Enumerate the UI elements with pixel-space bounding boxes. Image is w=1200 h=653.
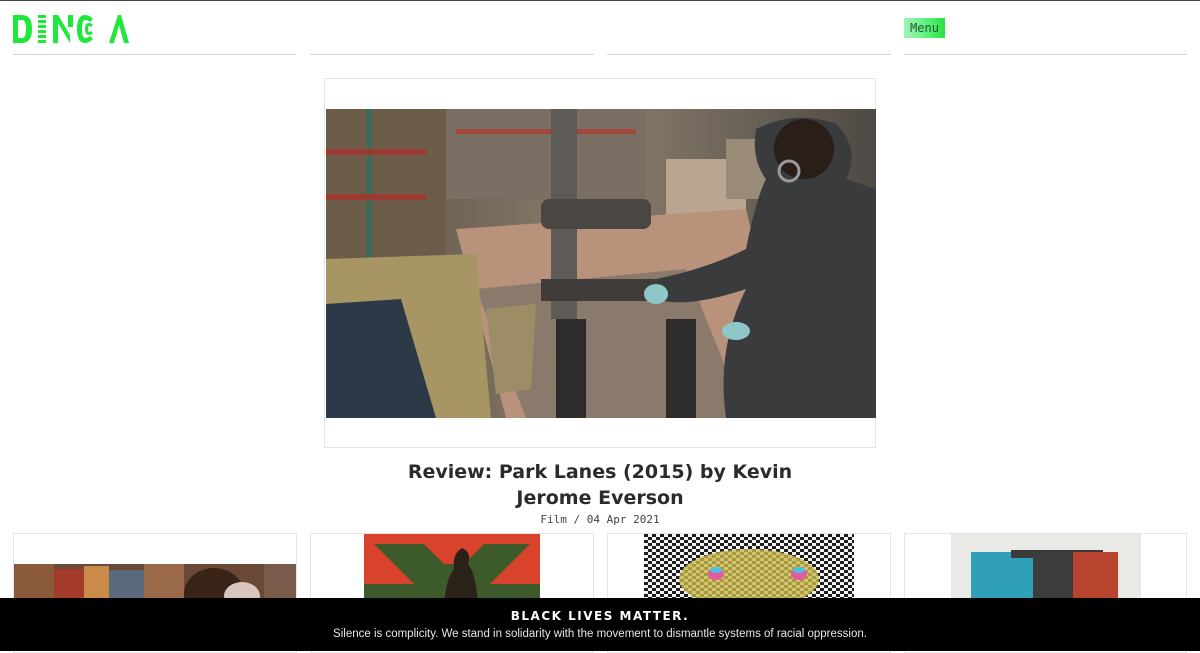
featured-meta: Film / 04 Apr 2021 (450, 513, 750, 526)
dinca-logo[interactable] (13, 15, 129, 43)
column-divider (13, 54, 296, 55)
solidarity-banner: BLACK LIVES MATTER. Silence is complicit… (0, 598, 1200, 651)
column-divider (607, 54, 891, 55)
article-thumbnail (644, 534, 854, 604)
publish-date: 04 Apr 2021 (586, 513, 660, 526)
featured-title[interactable]: Review: Park Lanes (2015) by Kevin Jerom… (380, 459, 820, 511)
column-divider (310, 54, 594, 55)
featured-image[interactable] (326, 109, 876, 418)
menu-button[interactable]: Menu (904, 18, 945, 38)
article-thumbnail (364, 534, 540, 604)
category-link[interactable]: Film (540, 513, 567, 526)
column-divider (904, 54, 1187, 55)
article-thumbnail (951, 534, 1141, 604)
meta-separator: / (566, 513, 587, 526)
banner-title: BLACK LIVES MATTER. (510, 609, 690, 623)
banner-text: Silence is complicity. We stand in solid… (333, 628, 867, 640)
